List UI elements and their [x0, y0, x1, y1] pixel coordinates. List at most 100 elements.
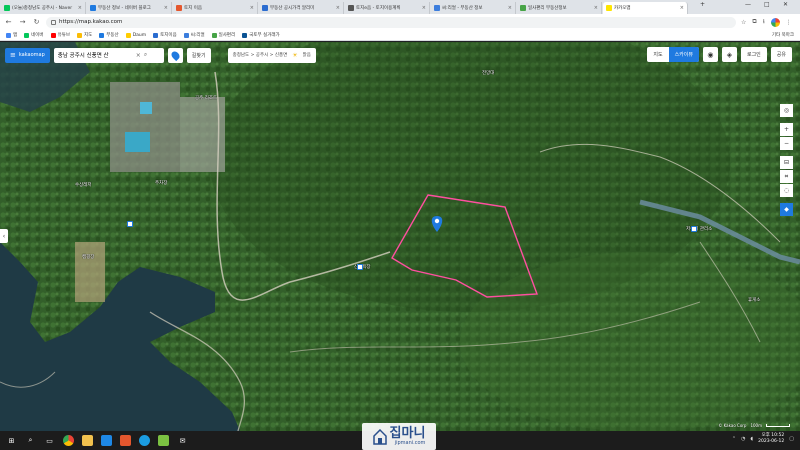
map-label[interactable]: 캠핑장: [82, 254, 94, 260]
maximize-icon[interactable]: □: [764, 1, 770, 8]
app-icon[interactable]: [120, 435, 131, 446]
close-icon[interactable]: ×: [164, 5, 168, 11]
bookmark-icon: [242, 32, 248, 38]
volume-icon[interactable]: ◖: [750, 436, 753, 442]
weather-text: 맑음: [302, 53, 311, 58]
profile-avatar[interactable]: [770, 17, 780, 27]
clock[interactable]: 오후 10:52 2023-06-12: [758, 433, 784, 445]
collapse-panel-icon[interactable]: ‹: [0, 229, 8, 243]
minimize-icon[interactable]: —: [745, 1, 751, 8]
zoom-out-icon[interactable]: −: [780, 137, 793, 150]
bookmark-item[interactable]: 유튜브: [50, 32, 70, 38]
window-close-icon[interactable]: ✕: [783, 1, 788, 8]
mail-icon[interactable]: ✉: [177, 435, 188, 446]
bookmark-item[interactable]: 씨:리얼: [183, 32, 205, 38]
bookmark-item[interactable]: 앱: [6, 32, 17, 38]
bookmark-label: 국토부 실거래가: [249, 33, 280, 38]
search-icon[interactable]: ⌕: [25, 435, 36, 446]
poi-marker-icon[interactable]: [691, 226, 697, 232]
bookmark-item[interactable]: 네이버: [24, 32, 44, 38]
close-icon[interactable]: ×: [594, 5, 598, 11]
roadview-icon[interactable]: ◉: [702, 47, 718, 62]
back-icon[interactable]: ←: [4, 18, 13, 26]
browser-tab[interactable]: 부동산 정보 - 네이버 블로그 ×: [87, 2, 172, 14]
map-type-map[interactable]: 지도: [647, 47, 668, 62]
reload-icon[interactable]: ↻: [32, 18, 41, 26]
kakaotalk-icon[interactable]: [158, 435, 169, 446]
address-bar[interactable]: [46, 16, 736, 28]
chrome-icon[interactable]: [63, 435, 74, 446]
map-label[interactable]: 수상레저: [75, 182, 92, 188]
route-chip[interactable]: 길찾기: [186, 47, 211, 63]
search-icon[interactable]: ⌕: [144, 51, 147, 59]
tab-title: 씨:리얼 - 부동산 정보: [442, 6, 483, 11]
map-type-skyview[interactable]: 스카이뷰: [668, 47, 699, 62]
close-icon[interactable]: ×: [508, 5, 512, 11]
bookmark-item[interactable]: 지도: [76, 32, 92, 38]
search-box[interactable]: × ⌕: [53, 47, 164, 63]
browser-tab[interactable]: (오늘)충청남도 공주시 - Naver ×: [1, 2, 86, 14]
search-input[interactable]: [57, 52, 133, 58]
browser-tab[interactable]: 부동산 공시가격 알리미 ×: [259, 2, 344, 14]
brand-label: kakaomap: [18, 52, 45, 58]
close-icon[interactable]: ×: [336, 5, 340, 11]
browser-tab[interactable]: 토지 이음 ×: [173, 2, 258, 14]
store-icon[interactable]: [101, 435, 112, 446]
my-location-icon[interactable]: ◎: [780, 104, 793, 117]
route-button[interactable]: [167, 47, 183, 63]
edge-icon[interactable]: [139, 435, 150, 446]
poi-marker-icon[interactable]: [357, 264, 363, 270]
browser-tab[interactable]: 일사편리 부동산정보 ×: [517, 2, 602, 14]
url-input[interactable]: [59, 19, 359, 25]
other-bookmarks[interactable]: 기타 북마크: [772, 32, 794, 38]
map-viewport[interactable]: 공주 리조트 수상레저 캠핑장 주차장 전망대 산림욕장 저수지 관리소 휴게소…: [0, 42, 800, 431]
tray-arrow-icon[interactable]: ⌃: [732, 436, 736, 442]
extensions-icon[interactable]: ⧉: [752, 18, 756, 26]
tab-title: (오늘)충청남도 공주시 - Naver: [12, 6, 73, 11]
map-label[interactable]: 전망대: [482, 70, 494, 76]
login-button[interactable]: 로그인: [740, 47, 767, 62]
kakaomap-menu-button[interactable]: ≡ kakaomap: [5, 47, 50, 63]
zoom-in-icon[interactable]: +: [780, 123, 793, 136]
map-label[interactable]: 주차장: [155, 180, 167, 186]
download-icon[interactable]: ⭳: [763, 17, 765, 27]
new-tab-icon[interactable]: +: [700, 1, 705, 8]
radius-icon[interactable]: ◌: [780, 184, 793, 197]
menu-icon[interactable]: ⋮: [786, 19, 792, 26]
browser-tab-strip: (오늘)충청남도 공주시 - Naver × 부동산 정보 - 네이버 블로그 × …: [0, 0, 800, 14]
browser-tab-active[interactable]: 카카오맵 ×: [603, 2, 688, 14]
close-icon[interactable]: ×: [422, 5, 426, 11]
bookmark-item[interactable]: 토지이음: [153, 32, 177, 38]
bookmark-item[interactable]: 부동산: [99, 32, 119, 38]
area-icon[interactable]: ⌗: [780, 170, 793, 183]
info-icon[interactable]: ◆: [780, 203, 793, 216]
file-explorer-icon[interactable]: [82, 435, 93, 446]
close-icon[interactable]: ×: [250, 5, 254, 11]
distance-icon[interactable]: ⊟: [780, 156, 793, 169]
windows-start-icon[interactable]: ⊞: [6, 435, 17, 446]
browser-tab[interactable]: 토지e음 - 토지이용계획 ×: [345, 2, 430, 14]
bookmark-item[interactable]: 국토부 실거래가: [242, 32, 280, 38]
close-icon[interactable]: ×: [78, 5, 82, 11]
map-label[interactable]: 휴게소: [748, 297, 760, 303]
close-icon[interactable]: ×: [680, 5, 684, 11]
task-view-icon[interactable]: ▭: [44, 435, 55, 446]
network-icon[interactable]: ◔: [741, 436, 745, 442]
bookmark-icon: [183, 32, 189, 38]
notification-icon[interactable]: ▢: [789, 436, 794, 442]
forward-icon[interactable]: →: [18, 18, 27, 26]
bookmark-item[interactable]: 일사편리: [211, 32, 235, 38]
bookmark-item[interactable]: Daum: [125, 32, 146, 38]
screen: (오늘)충청남도 공주시 - Naver × 부동산 정보 - 네이버 블로그 × …: [0, 0, 800, 450]
close-icon[interactable]: ×: [136, 52, 141, 59]
address-chip[interactable]: 충청남도 > 공주시 > 신풍면 ☀ 맑음: [227, 47, 316, 63]
browser-tab[interactable]: 씨:리얼 - 부동산 정보 ×: [431, 2, 516, 14]
poi-marker-icon[interactable]: [127, 221, 133, 227]
map-label[interactable]: 공주 리조트: [195, 95, 217, 101]
map-label[interactable]: 저수지 관리소: [686, 226, 712, 232]
share-button[interactable]: 공유: [770, 47, 792, 62]
star-icon[interactable]: ☆: [741, 19, 746, 26]
map-search-bar: ≡kakaomap × ⌕ 길찾기 충청남도 > 공주시 > 신풍면 ☀ 맑음: [5, 47, 316, 63]
layers-icon[interactable]: ◈: [721, 47, 737, 62]
